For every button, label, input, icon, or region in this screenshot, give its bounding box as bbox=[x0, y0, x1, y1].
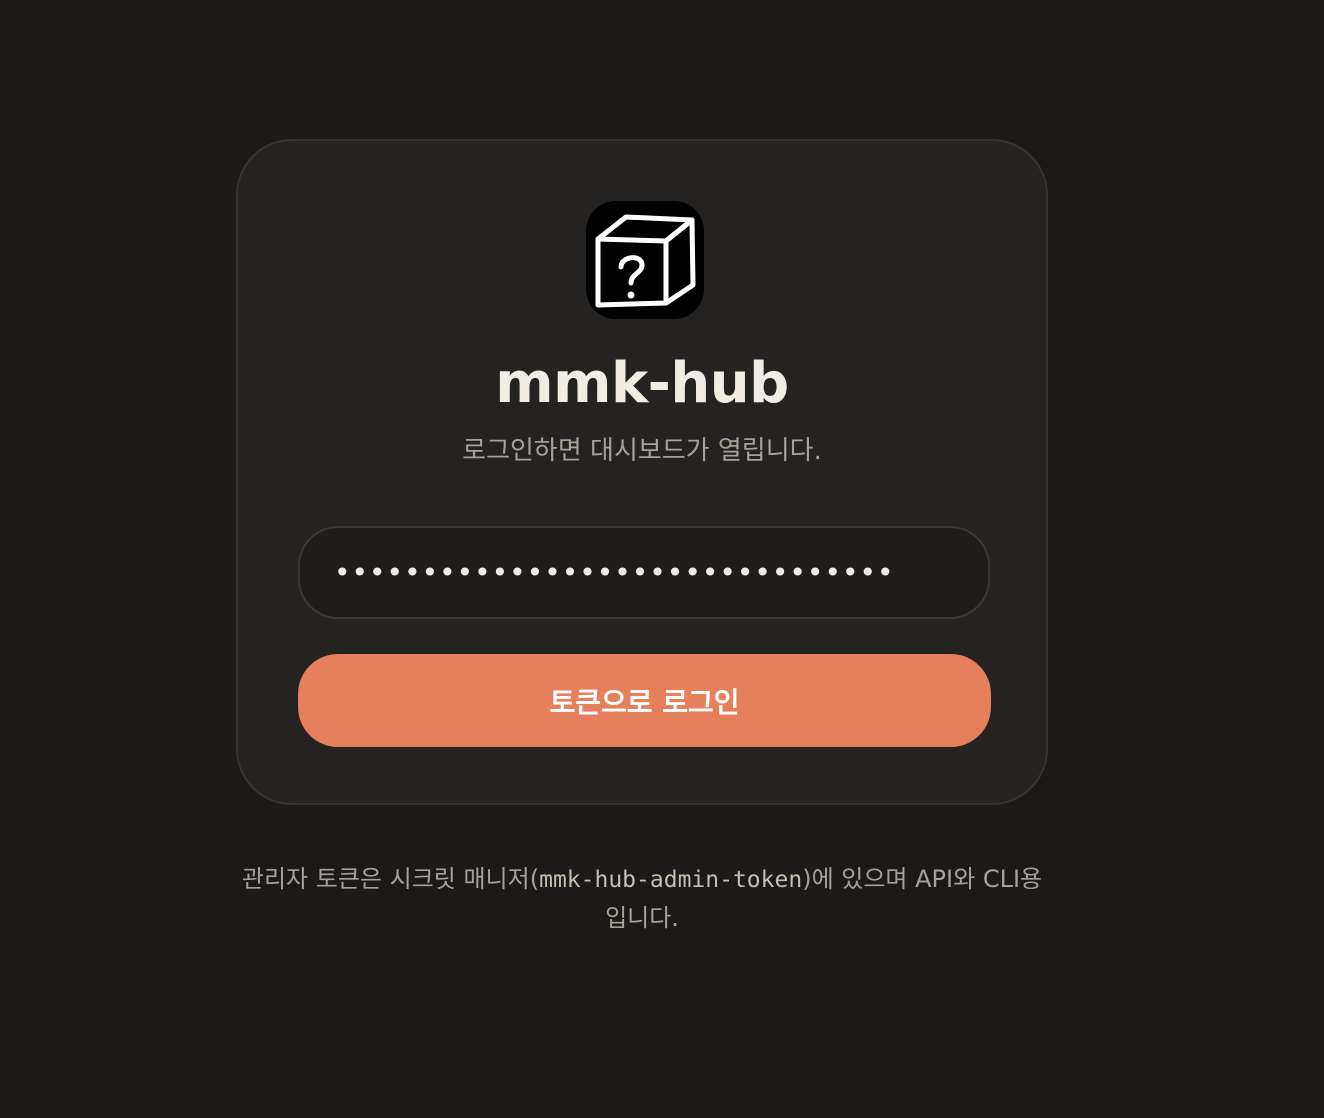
secret-name: mmk-hub-admin-token bbox=[539, 867, 803, 893]
token-input[interactable] bbox=[298, 526, 990, 619]
note-text-before: 관리자 토큰은 시크릿 매니저( bbox=[241, 865, 540, 893]
question-box-icon bbox=[586, 201, 704, 319]
login-subtitle: 로그인하면 대시보드가 열립니다. bbox=[462, 436, 822, 466]
admin-token-note: 관리자 토큰은 시크릿 매니저(mmk-hub-admin-token)에 있으… bbox=[236, 860, 1048, 937]
login-card: mmk-hub 로그인하면 대시보드가 열립니다. 토큰으로 로그인 bbox=[236, 139, 1048, 805]
app-title: mmk-hub bbox=[495, 351, 789, 416]
token-login-button[interactable]: 토큰으로 로그인 bbox=[298, 654, 991, 747]
